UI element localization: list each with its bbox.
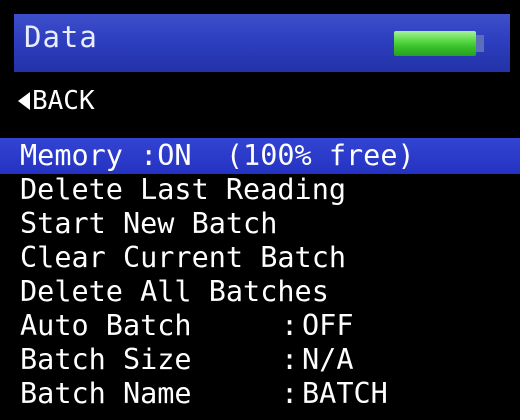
menu-item-label: Memory :ON (100% free) bbox=[20, 139, 415, 172]
menu-item-label: Delete Last Reading bbox=[20, 173, 347, 206]
menu-item-label: Auto Batch bbox=[20, 309, 192, 342]
menu-item-batch-size[interactable]: Batch Size : N/A bbox=[0, 342, 520, 378]
menu-item-memory[interactable]: Memory :ON (100% free) bbox=[0, 138, 520, 174]
menu-item-value: N/A bbox=[302, 343, 354, 376]
page-title: Data bbox=[24, 20, 98, 54]
menu-item-label: Delete All Batches bbox=[20, 275, 329, 308]
menu-item-label: Batch Name bbox=[20, 377, 192, 410]
back-button[interactable]: BACK bbox=[18, 84, 95, 118]
menu-item-batch-name[interactable]: Batch Name : BATCH bbox=[0, 376, 520, 412]
menu-item-value: BATCH bbox=[302, 377, 388, 410]
menu-item-clear-current-batch[interactable]: Clear Current Batch bbox=[0, 240, 520, 276]
menu-item-label: Start New Batch bbox=[20, 207, 278, 240]
battery-tip bbox=[476, 35, 484, 52]
battery-full-icon bbox=[394, 31, 476, 56]
menu-item-auto-batch[interactable]: Auto Batch : OFF bbox=[0, 308, 520, 344]
menu-item-label: Batch Size bbox=[20, 343, 192, 376]
menu-item-label: Clear Current Batch bbox=[20, 241, 347, 274]
menu-item-start-new-batch[interactable]: Start New Batch bbox=[0, 206, 520, 242]
menu-item-separator: : bbox=[281, 343, 299, 376]
menu-item-delete-last-reading[interactable]: Delete Last Reading bbox=[0, 172, 520, 208]
triangle-left-icon bbox=[18, 92, 30, 110]
title-bar: Data bbox=[14, 14, 510, 72]
menu-item-separator: : bbox=[281, 377, 299, 410]
menu-item-separator: : bbox=[281, 309, 299, 342]
menu-item-delete-all-batches[interactable]: Delete All Batches bbox=[0, 274, 520, 310]
device-screen: Data BACK Memory :ON (100% free) Delete … bbox=[0, 0, 520, 420]
menu-item-value: OFF bbox=[302, 309, 354, 342]
back-label: BACK bbox=[32, 86, 95, 116]
